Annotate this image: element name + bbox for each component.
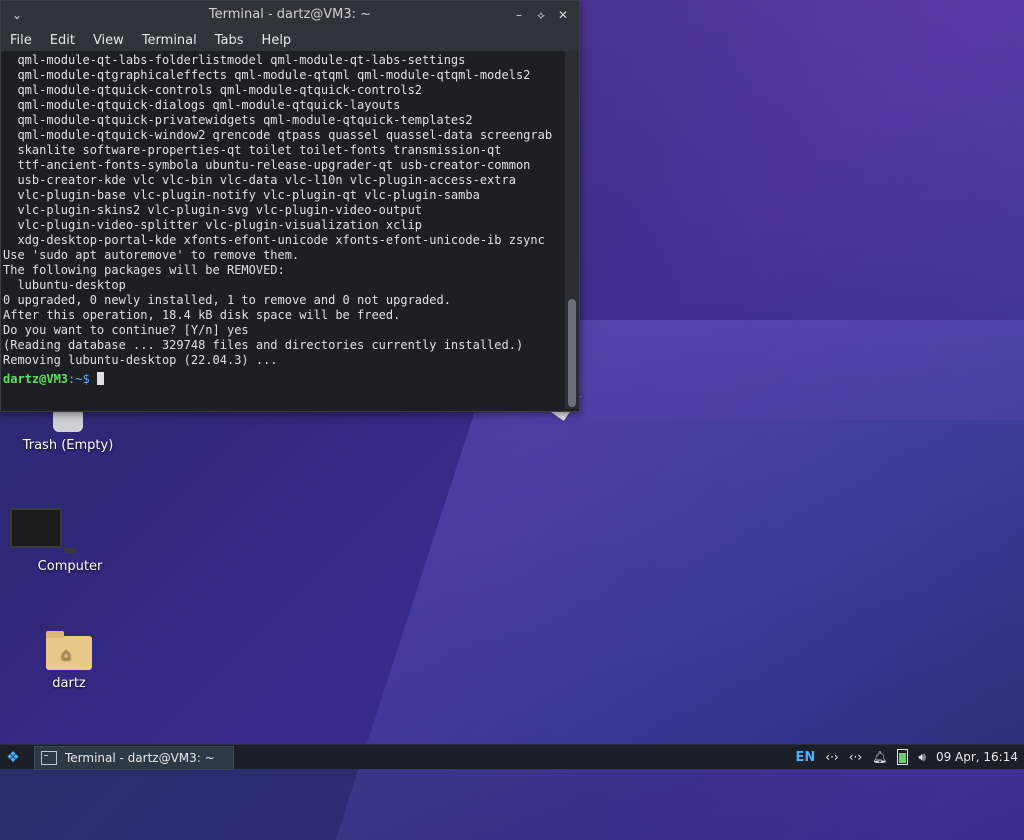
minimize-icon[interactable]: – — [509, 5, 529, 25]
volume-icon[interactable]: 🔊︎ — [918, 750, 926, 765]
clock[interactable]: 09 Apr, 16:14 — [936, 750, 1018, 764]
menu-file[interactable]: File — [1, 33, 41, 48]
taskbar-item-label: Terminal - dartz@VM3: ~ — [65, 751, 215, 765]
home-folder-icon: ⌂ — [46, 631, 92, 670]
close-icon[interactable]: ✕ — [553, 5, 573, 25]
menu-view[interactable]: View — [84, 33, 133, 48]
menu-terminal[interactable]: Terminal — [133, 33, 206, 48]
taskbar-item-terminal[interactable]: Terminal - dartz@VM3: ~ — [34, 746, 234, 770]
desktop-icon-label: dartz — [52, 676, 86, 691]
maximize-icon[interactable]: ⟡ — [531, 5, 551, 25]
menu-help[interactable]: Help — [253, 33, 301, 48]
text-cursor — [96, 372, 104, 385]
terminal-output: qml-module-qt-labs-folderlistmodel qml-m… — [3, 53, 553, 367]
bell-icon[interactable]: 🔔︎ — [872, 750, 887, 764]
terminal-scrollbar[interactable] — [565, 51, 579, 409]
menu-edit[interactable]: Edit — [41, 33, 84, 48]
trash-icon — [53, 410, 83, 432]
terminal-prompt-line: dartz@VM3:~$ — [1, 370, 563, 389]
network-icon[interactable]: ‹·› — [825, 750, 838, 764]
network-icon[interactable]: ‹·› — [849, 750, 862, 764]
prompt-user: dartz@VM3 — [3, 372, 69, 386]
keyboard-layout-indicator[interactable]: EN — [796, 750, 816, 765]
desktop-icon-computer[interactable]: Computer — [10, 508, 130, 574]
terminal-icon — [41, 751, 57, 765]
menu-tabs[interactable]: Tabs — [206, 33, 253, 48]
terminal-output-area[interactable]: qml-module-qt-labs-folderlistmodel qml-m… — [1, 51, 563, 409]
window-titlebar[interactable]: ⌄ Terminal - dartz@VM3: ~ – ⟡ ✕ — [1, 1, 579, 29]
window-title: Terminal - dartz@VM3: ~ — [208, 7, 372, 22]
battery-icon[interactable] — [897, 749, 909, 765]
desktop-icon-trash[interactable]: Trash (Empty) — [8, 410, 128, 453]
desktop-icon-label: Computer — [37, 559, 103, 574]
scrollbar-thumb[interactable] — [568, 299, 576, 407]
system-tray: EN ‹·› ‹·› 🔔︎ 🔊︎ 09 Apr, 16:14 — [796, 745, 1018, 769]
computer-icon — [10, 508, 130, 553]
prompt-path: :~$ — [68, 372, 97, 386]
menubar: File Edit View Terminal Tabs Help — [1, 29, 579, 52]
taskbar: ❖ Terminal - dartz@VM3: ~ EN ‹·› ‹·› 🔔︎ … — [0, 744, 1024, 770]
start-menu-icon[interactable]: ❖ — [4, 748, 22, 766]
desktop-icon-home[interactable]: ⌂ dartz — [9, 631, 129, 691]
terminal-window[interactable]: ⌄ Terminal - dartz@VM3: ~ – ⟡ ✕ File Edi… — [0, 0, 580, 412]
desktop-icon-label: Trash (Empty) — [22, 438, 114, 453]
